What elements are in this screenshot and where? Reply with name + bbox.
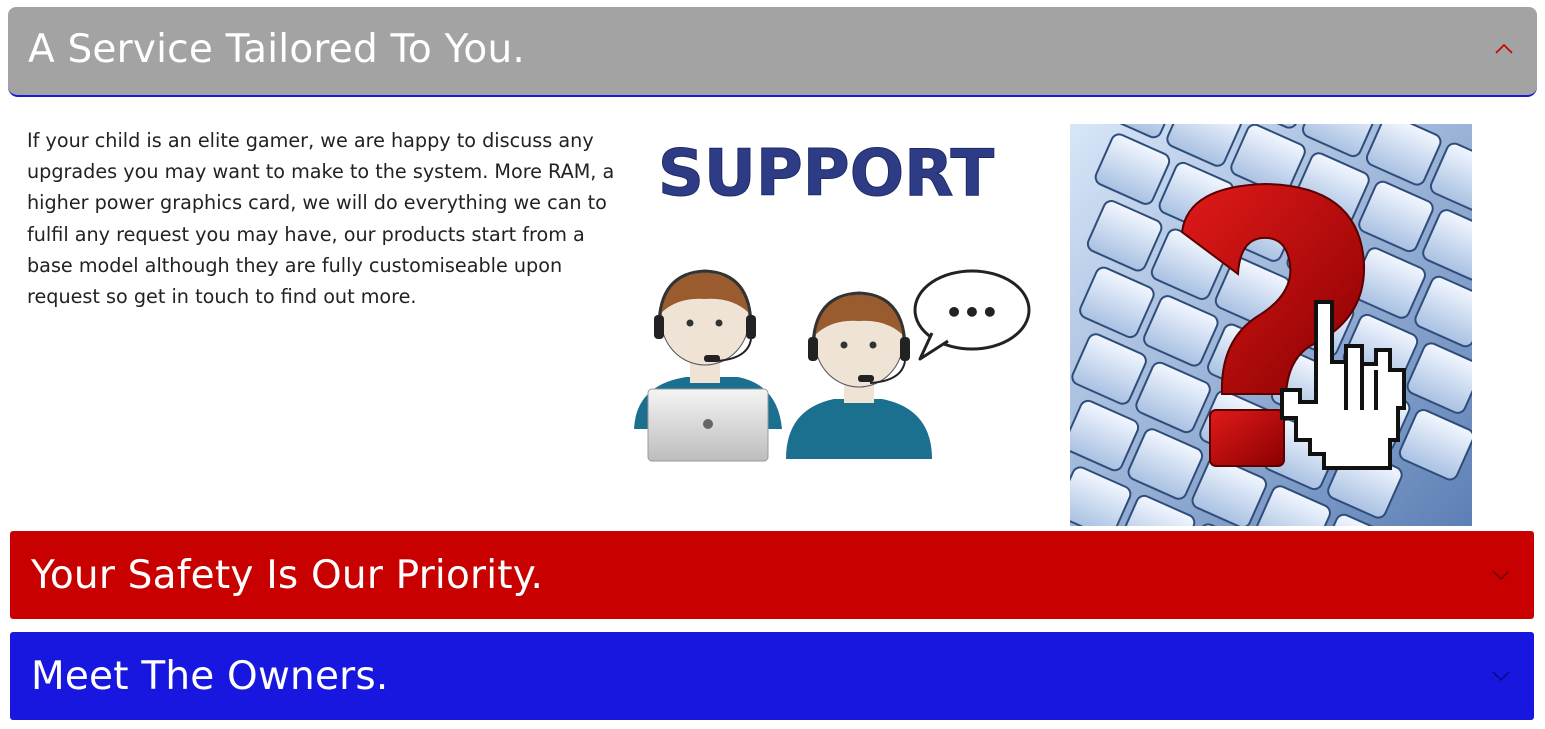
accordion-header-service[interactable]: A Service Tailored To You. <box>8 7 1537 97</box>
service-description: If your child is an elite gamer, we are … <box>27 129 615 309</box>
bubble-text: ••• <box>945 296 999 329</box>
accordion-title: Your Safety Is Our Priority. <box>31 552 544 598</box>
keyboard-question-image <box>1070 124 1472 526</box>
accordion: A Service Tailored To You. If your child… <box>0 0 1545 729</box>
accordion-panel-service: If your child is an elite gamer, we are … <box>8 97 1537 531</box>
accordion-title: A Service Tailored To You. <box>28 26 526 72</box>
chevron-down-icon[interactable] <box>1490 665 1512 687</box>
accordion-header-owners[interactable]: Meet The Owners. <box>10 632 1534 720</box>
agent-support <box>786 291 932 459</box>
accordion-header-safety[interactable]: Your Safety Is Our Priority. <box>10 531 1534 619</box>
support-illustration: SUPPORT ••• <box>634 137 1031 462</box>
speech-bubble: ••• <box>913 269 1031 361</box>
support-heading: SUPPORT <box>658 137 995 211</box>
accordion-title: Meet The Owners. <box>31 653 389 699</box>
chevron-down-icon[interactable] <box>1490 564 1512 586</box>
agent-with-laptop <box>634 269 782 462</box>
chevron-up-icon[interactable] <box>1493 38 1515 60</box>
